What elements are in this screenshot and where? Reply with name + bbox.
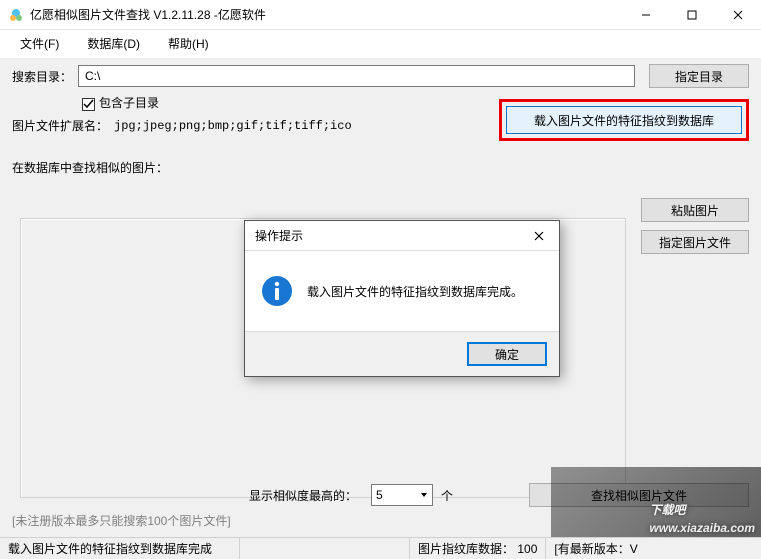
status-empty xyxy=(240,538,410,559)
ext-label: 图片文件扩展名： xyxy=(12,117,108,134)
browse-dir-button[interactable]: 指定目录 xyxy=(649,64,749,88)
status-db-count: 图片指纹库数据： 100 xyxy=(410,538,546,559)
status-version: [有最新版本：V xyxy=(546,538,761,559)
similarity-count-select[interactable]: 5 xyxy=(371,484,433,506)
search-similar-button[interactable]: 查找相似图片文件 xyxy=(529,483,749,507)
pick-image-file-button[interactable]: 指定图片文件 xyxy=(641,230,749,254)
find-similar-label: 在数据库中查找相似的图片： xyxy=(12,159,743,176)
load-fingerprint-button[interactable]: 载入图片文件的特征指纹到数据库 xyxy=(506,106,742,134)
paste-image-button[interactable]: 粘贴图片 xyxy=(641,198,749,222)
status-message: 载入图片文件的特征指纹到数据库完成 xyxy=(0,538,240,559)
dialog-ok-button[interactable]: 确定 xyxy=(467,342,547,366)
maximize-button[interactable] xyxy=(669,0,715,30)
dialog-title-bar[interactable]: 操作提示 xyxy=(245,221,559,251)
unit-label: 个 xyxy=(441,487,453,504)
app-icon xyxy=(8,7,24,23)
include-subdir-label: 包含子目录 xyxy=(99,94,159,111)
dialog-message: 载入图片文件的特征指纹到数据库完成。 xyxy=(307,283,523,300)
minimize-button[interactable] xyxy=(623,0,669,30)
menu-help[interactable]: 帮助(H) xyxy=(154,31,223,56)
close-button[interactable] xyxy=(715,0,761,30)
menu-database[interactable]: 数据库(D) xyxy=(73,31,154,56)
similarity-count-value: 5 xyxy=(376,488,383,502)
highlight-box: 载入图片文件的特征指纹到数据库 xyxy=(499,99,749,141)
status-bar: 载入图片文件的特征指纹到数据库完成 图片指纹库数据： 100 [有最新版本：V xyxy=(0,537,761,559)
message-dialog: 操作提示 载入图片文件的特征指纹到数据库完成。 确定 xyxy=(244,220,560,377)
info-icon xyxy=(261,275,293,307)
menu-file[interactable]: 文件(F) xyxy=(6,31,73,56)
similarity-label: 显示相似度最高的： xyxy=(249,487,357,504)
unregistered-note: [未注册版本最多只能搜索100个图片文件] xyxy=(12,512,231,529)
chevron-down-icon xyxy=(420,491,428,499)
close-icon xyxy=(534,231,544,241)
dialog-close-button[interactable] xyxy=(519,221,559,251)
window-controls xyxy=(623,0,761,30)
include-subdir-checkbox[interactable] xyxy=(82,98,95,111)
search-dir-label: 搜索目录： xyxy=(12,68,72,85)
ext-value: jpg;jpeg;png;bmp;gif;tif;tiff;ico xyxy=(114,119,352,133)
title-bar: 亿愿相似图片文件查找 V1.2.11.28 -亿愿软件 xyxy=(0,0,761,30)
menu-bar: 文件(F) 数据库(D) 帮助(H) xyxy=(0,30,761,58)
dialog-title-text: 操作提示 xyxy=(255,227,303,244)
search-dir-input[interactable] xyxy=(78,65,635,87)
